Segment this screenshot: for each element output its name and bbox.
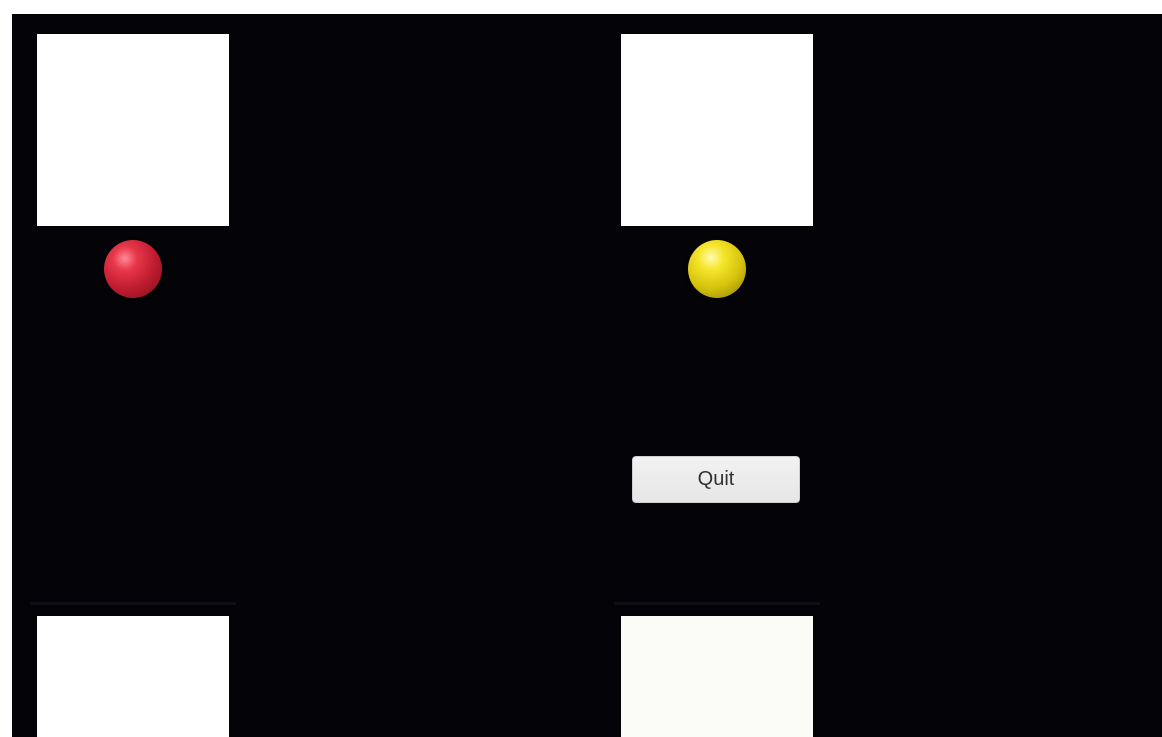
game-viewport: Quit <box>12 14 1162 737</box>
white-panel-top-right <box>621 34 813 226</box>
white-panel-bottom-right <box>621 616 813 737</box>
quit-button[interactable]: Quit <box>632 456 800 503</box>
divider-left <box>30 602 236 605</box>
red-ball <box>104 240 162 298</box>
white-panel-bottom-left <box>37 616 229 737</box>
white-panel-top-left <box>37 34 229 226</box>
yellow-ball <box>688 240 746 298</box>
divider-right <box>614 602 820 605</box>
